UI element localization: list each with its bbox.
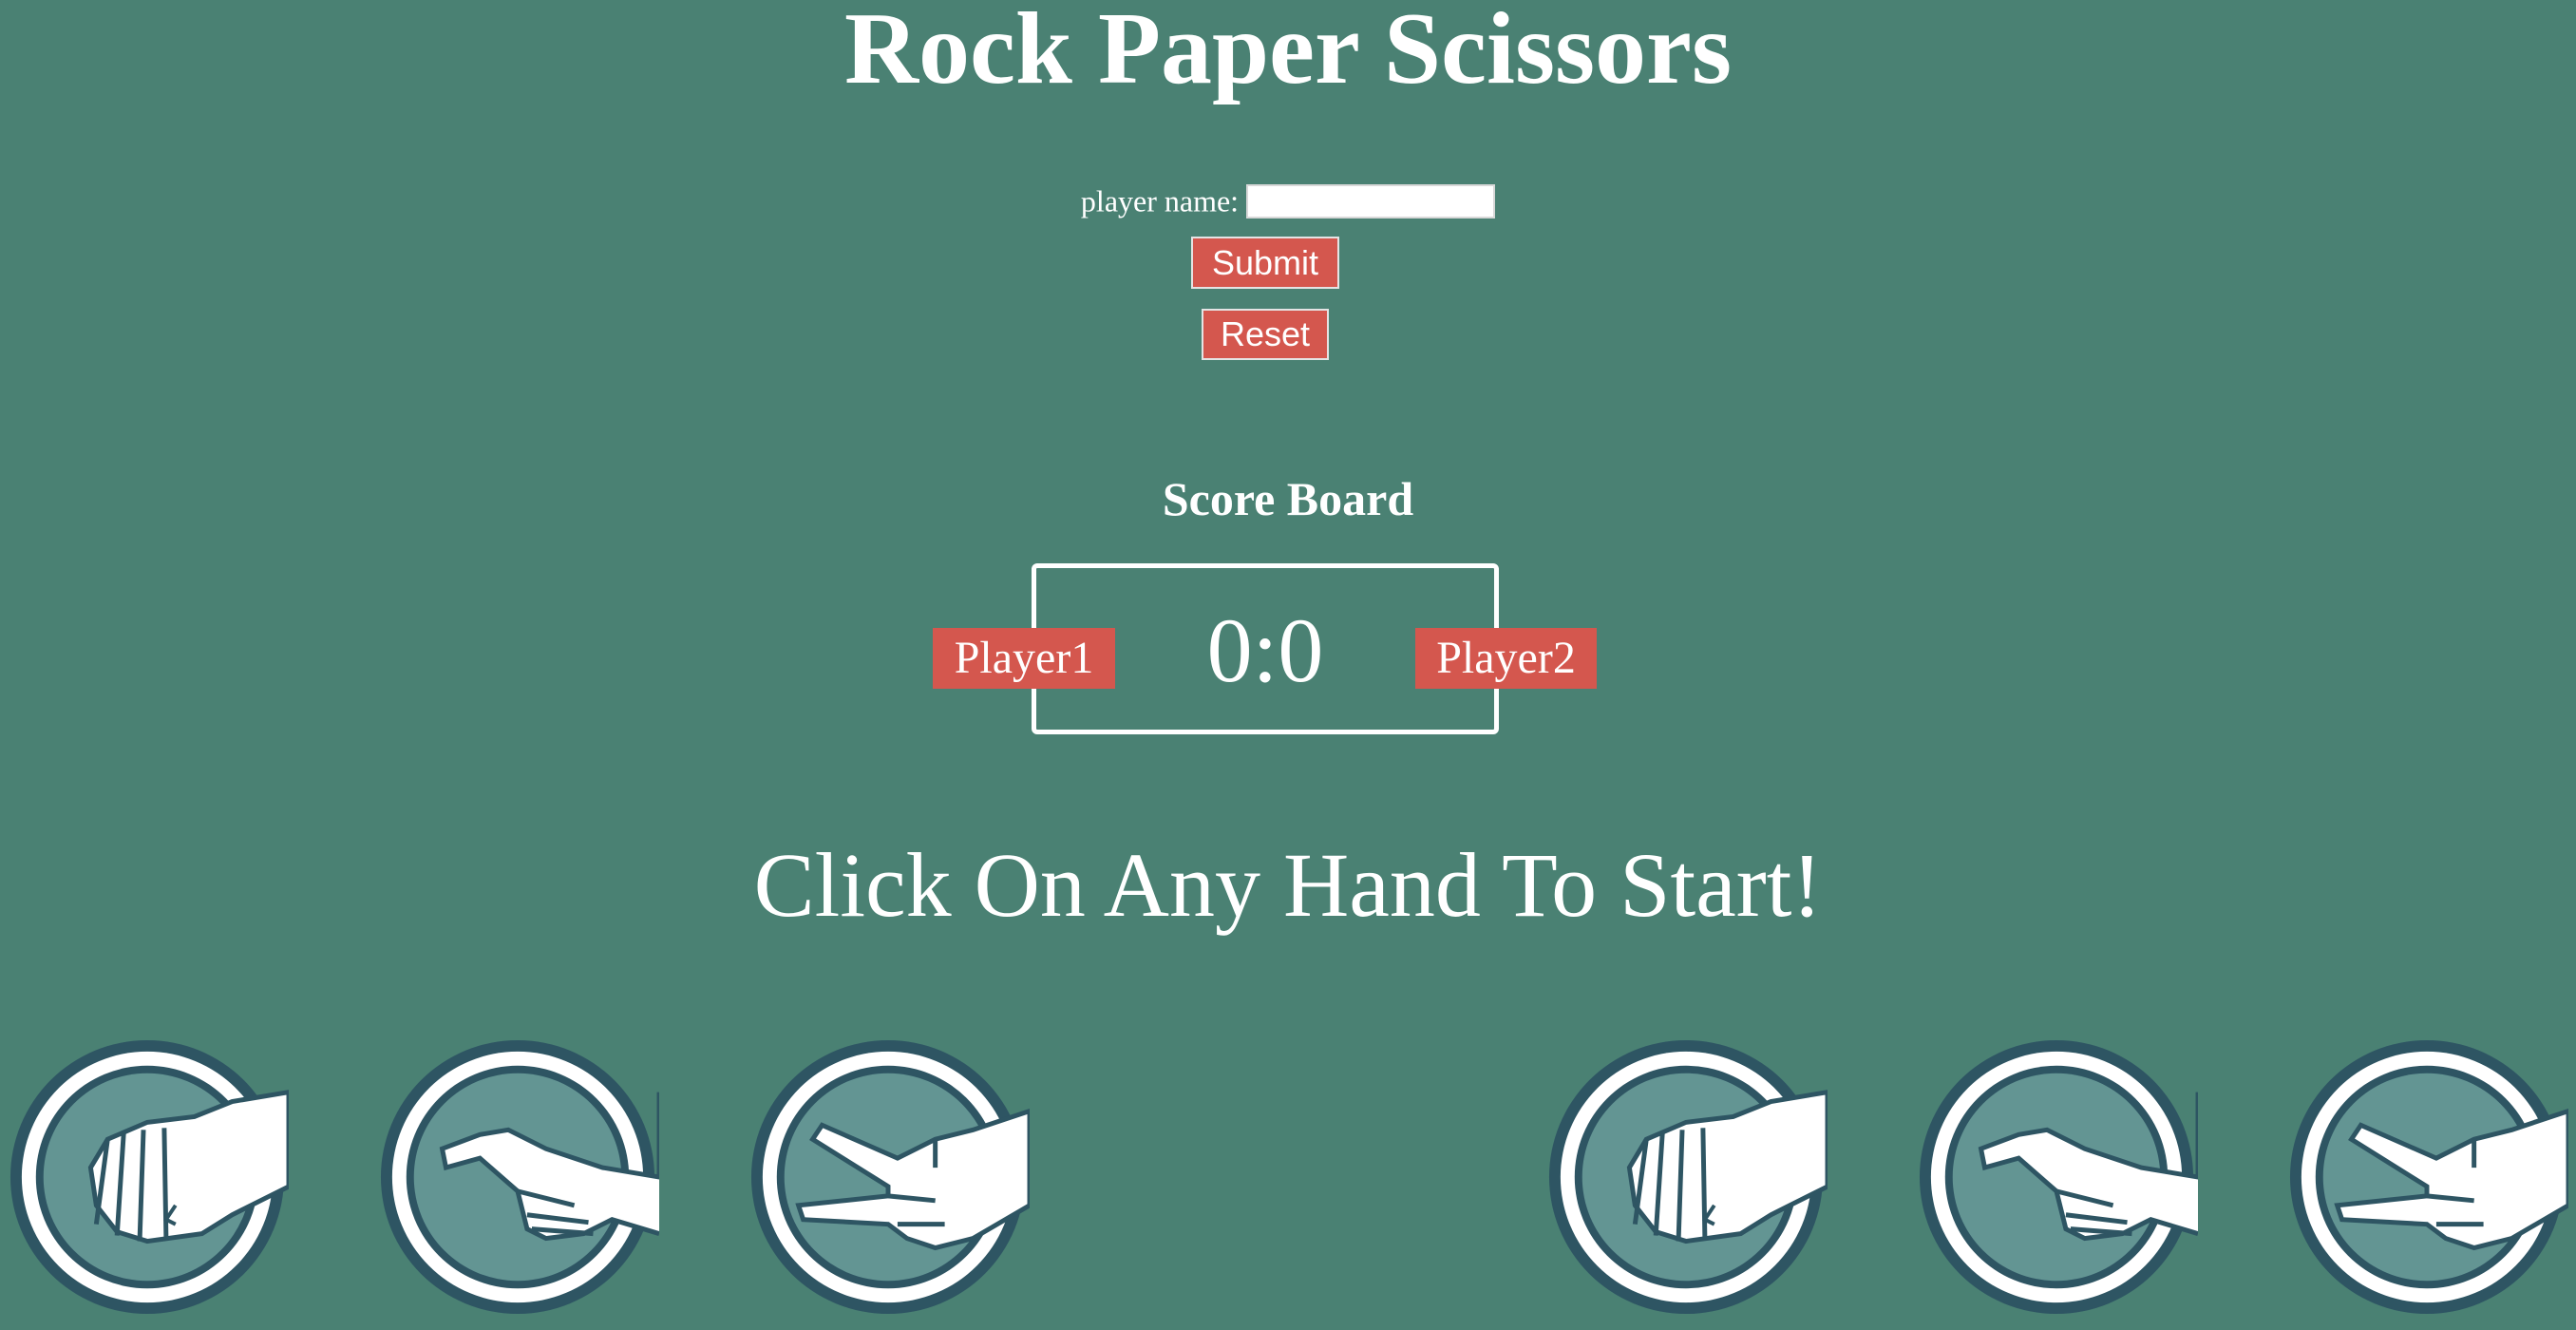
player1-badge: Player1 <box>933 628 1115 689</box>
start-prompt: Click On Any Hand To Start! <box>753 834 1823 936</box>
scoreboard-title: Score Board <box>1162 472 1414 525</box>
player1-rock-button[interactable] <box>6 1036 289 1319</box>
player2-scissors-button[interactable] <box>2285 1036 2568 1319</box>
scissors-icon <box>2289 1039 2568 1315</box>
player2-badge: Player2 <box>1415 628 1597 689</box>
paper-icon <box>380 1039 659 1315</box>
scissors-icon <box>750 1039 1030 1315</box>
rock-icon <box>9 1039 289 1315</box>
paper-icon <box>1919 1039 2198 1315</box>
player-name-label: player name: <box>1080 183 1240 218</box>
player1-scissors-button[interactable] <box>747 1036 1030 1319</box>
player-name-input[interactable] <box>1246 183 1496 218</box>
submit-button[interactable]: Submit <box>1191 237 1339 289</box>
player2-paper-button[interactable] <box>1915 1036 2198 1319</box>
player1-paper-button[interactable] <box>376 1036 659 1319</box>
rock-icon <box>1548 1039 1828 1315</box>
page-title: Rock Paper Scissors <box>844 0 1732 105</box>
reset-button[interactable]: Reset <box>1202 309 1329 360</box>
player-name-row: player name: <box>0 177 2576 218</box>
player2-rock-button[interactable] <box>1544 1036 1828 1319</box>
